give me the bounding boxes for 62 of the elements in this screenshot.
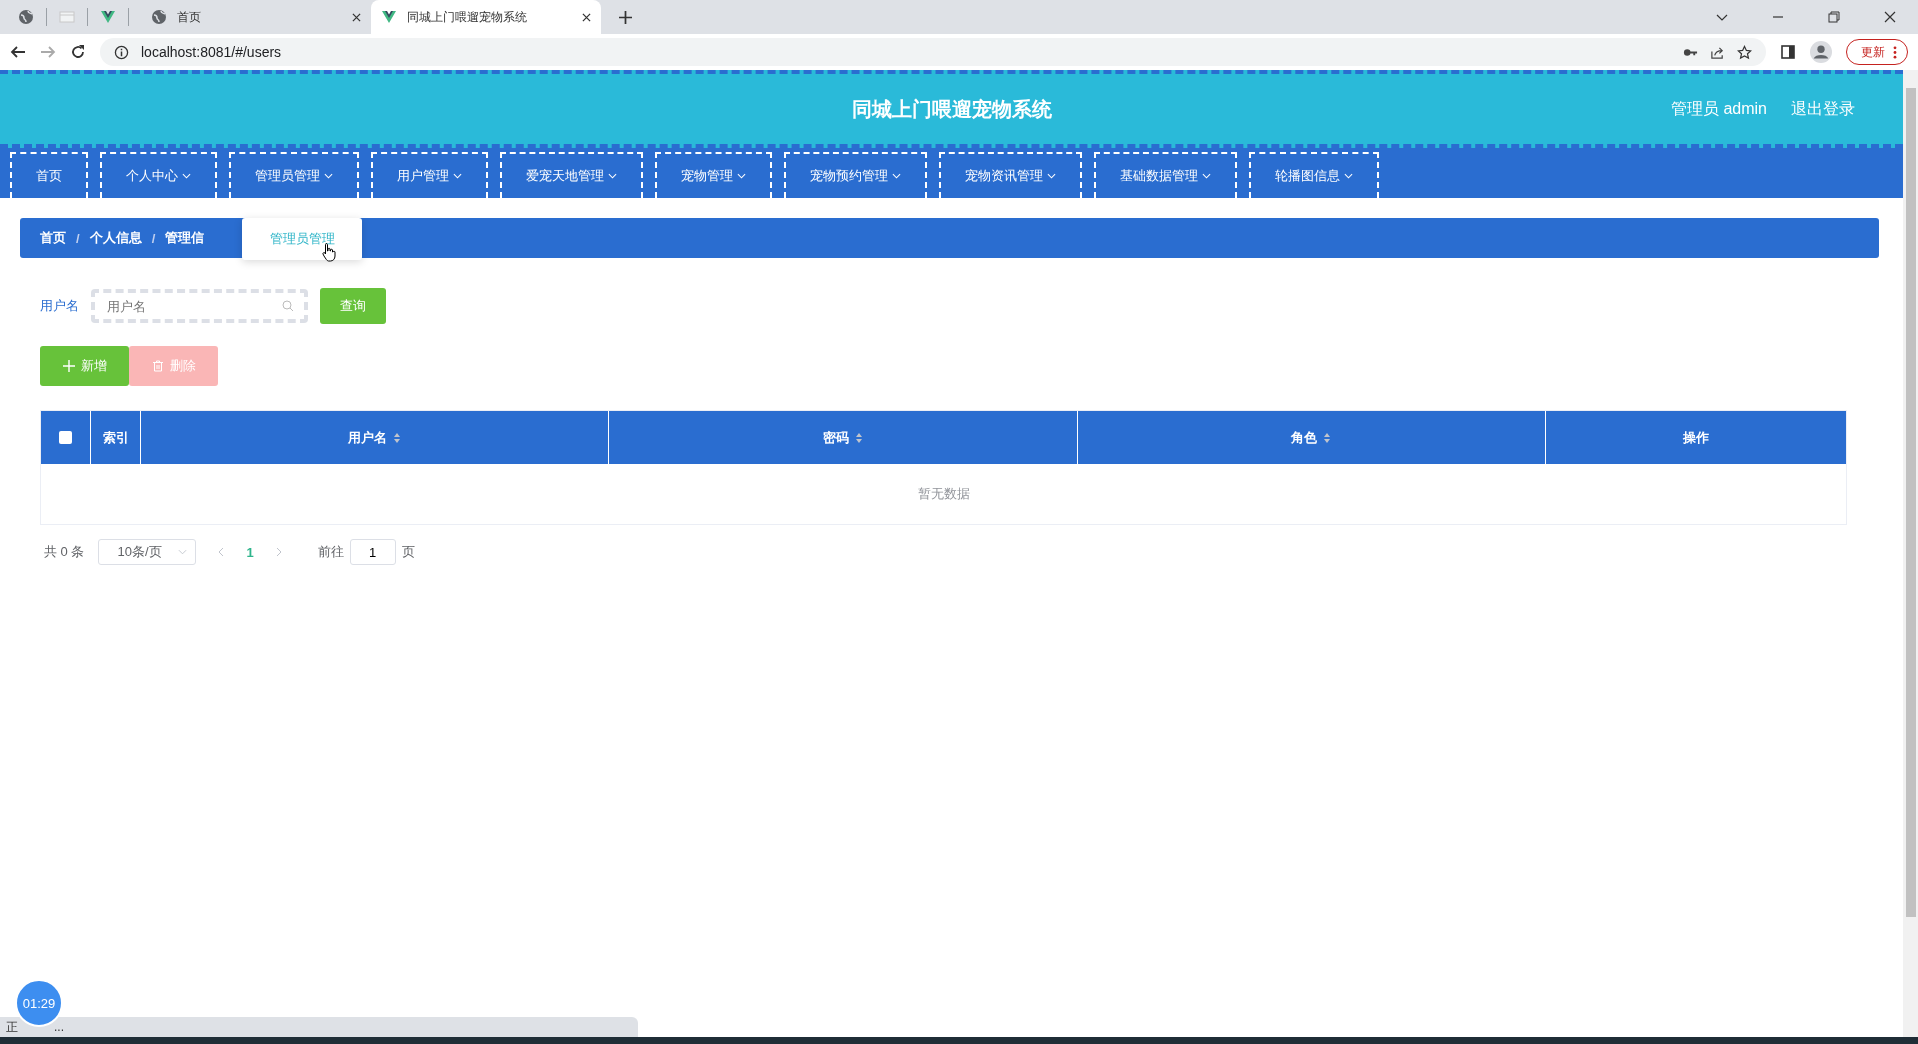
trash-icon (151, 360, 164, 372)
chevron-down-icon (178, 549, 188, 555)
scrollbar[interactable] (1903, 70, 1918, 1037)
browser-tab[interactable]: 同城上门喂遛宠物系统 (371, 0, 601, 34)
info-icon (114, 44, 129, 60)
nav-menu-item[interactable]: 轮播图信息 (1249, 152, 1379, 198)
globe-icon[interactable] (18, 9, 34, 25)
plus-icon (62, 360, 75, 372)
v-logo-icon (381, 9, 397, 25)
profile-avatar-icon[interactable] (1810, 41, 1832, 63)
sort-icon[interactable] (393, 431, 402, 444)
browser-tab[interactable]: 首页 (141, 0, 371, 34)
user-label: 管理员 admin (1670, 98, 1767, 119)
globe-icon (151, 9, 167, 25)
page-size-select[interactable]: 10条/页 (98, 539, 197, 565)
update-button[interactable]: 更新 (1846, 39, 1908, 65)
search-label: 用户名 (40, 297, 79, 315)
page-suffix: 页 (401, 543, 415, 561)
empty-table-message: 暂无数据 (917, 485, 970, 503)
address-field[interactable]: localhost:8081/#/users (100, 38, 1766, 66)
column-header[interactable]: 索引 (91, 411, 141, 464)
nav-menu-item[interactable]: 首页 (10, 152, 88, 198)
breadcrumb-item[interactable]: 管理信 (165, 229, 205, 247)
breadcrumb-separator: / (76, 230, 80, 246)
restore-icon[interactable] (1828, 11, 1840, 23)
more-icon (1893, 45, 1897, 59)
side-panel-icon[interactable] (1780, 44, 1796, 60)
column-header[interactable]: 操作 (1546, 411, 1846, 464)
close-icon[interactable] (352, 12, 361, 22)
reload-icon[interactable] (70, 44, 86, 60)
status-text: 正 (6, 1018, 18, 1036)
breadcrumb-separator: / (151, 230, 156, 246)
page-number[interactable]: 1 (246, 544, 254, 560)
back-arrow-icon[interactable] (10, 44, 26, 60)
nav-menu-item[interactable]: 宠物预约管理 (784, 152, 927, 198)
total-count: 共 0 条 (44, 543, 85, 561)
nav-menu-item[interactable]: 用户管理 (371, 152, 488, 198)
star-icon[interactable] (1737, 44, 1752, 60)
nav-menu-item[interactable]: 基础数据管理 (1094, 152, 1237, 198)
sort-icon[interactable] (855, 431, 863, 444)
search-icon (282, 300, 294, 312)
search-field[interactable]: 用户名 (91, 289, 308, 323)
nav-menu-item[interactable]: 管理员管理 (229, 152, 359, 198)
breadcrumb-item[interactable]: 首页 (40, 229, 66, 247)
page-input[interactable]: 1 (349, 539, 396, 565)
v-logo-icon[interactable] (100, 9, 116, 25)
close-icon[interactable] (1884, 11, 1896, 23)
breadcrumb-item[interactable]: 个人信息 (89, 229, 142, 247)
column-header[interactable]: 角色 (1077, 411, 1546, 464)
goto-label: 前往 (317, 543, 344, 561)
nav-menu-item[interactable]: 爱宠天地管理 (500, 152, 643, 198)
nav-menu-item[interactable]: 宠物管理 (655, 152, 772, 198)
column-header[interactable]: 用户名 (141, 411, 610, 464)
close-icon[interactable] (582, 12, 591, 22)
nav-menu-item[interactable]: 个人中心 (100, 152, 217, 198)
select-all-checkbox[interactable] (59, 431, 72, 444)
sort-icon[interactable] (1323, 431, 1332, 444)
plus-icon[interactable] (619, 10, 632, 24)
nav-menu-item[interactable]: 宠物资讯管理 (939, 152, 1082, 198)
dropdown-item[interactable]: 管理员管理 (269, 230, 335, 248)
column-header[interactable]: 密码 (609, 411, 1078, 464)
system-title: 同城上门喂遛宠物系统 (851, 96, 1052, 122)
